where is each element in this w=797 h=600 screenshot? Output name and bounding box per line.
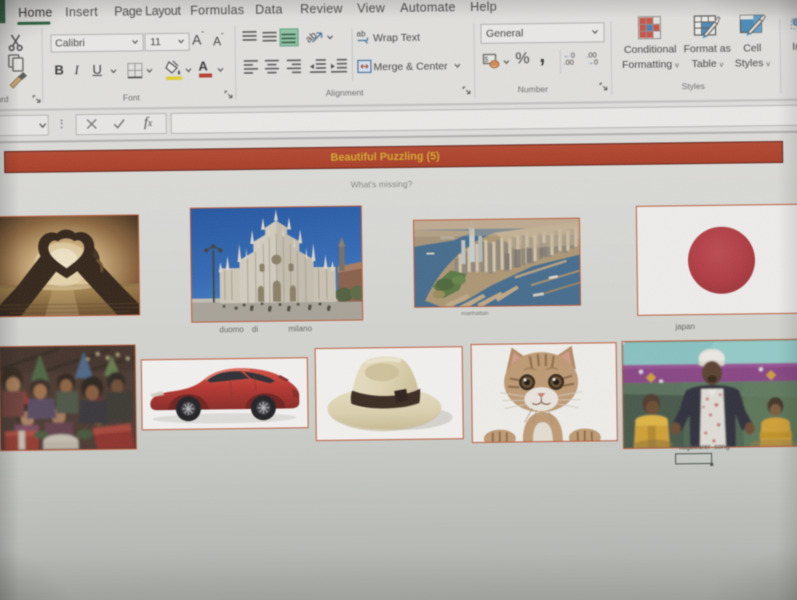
svg-text:ab: ab bbox=[356, 29, 366, 38]
svg-text:$: $ bbox=[484, 57, 488, 64]
